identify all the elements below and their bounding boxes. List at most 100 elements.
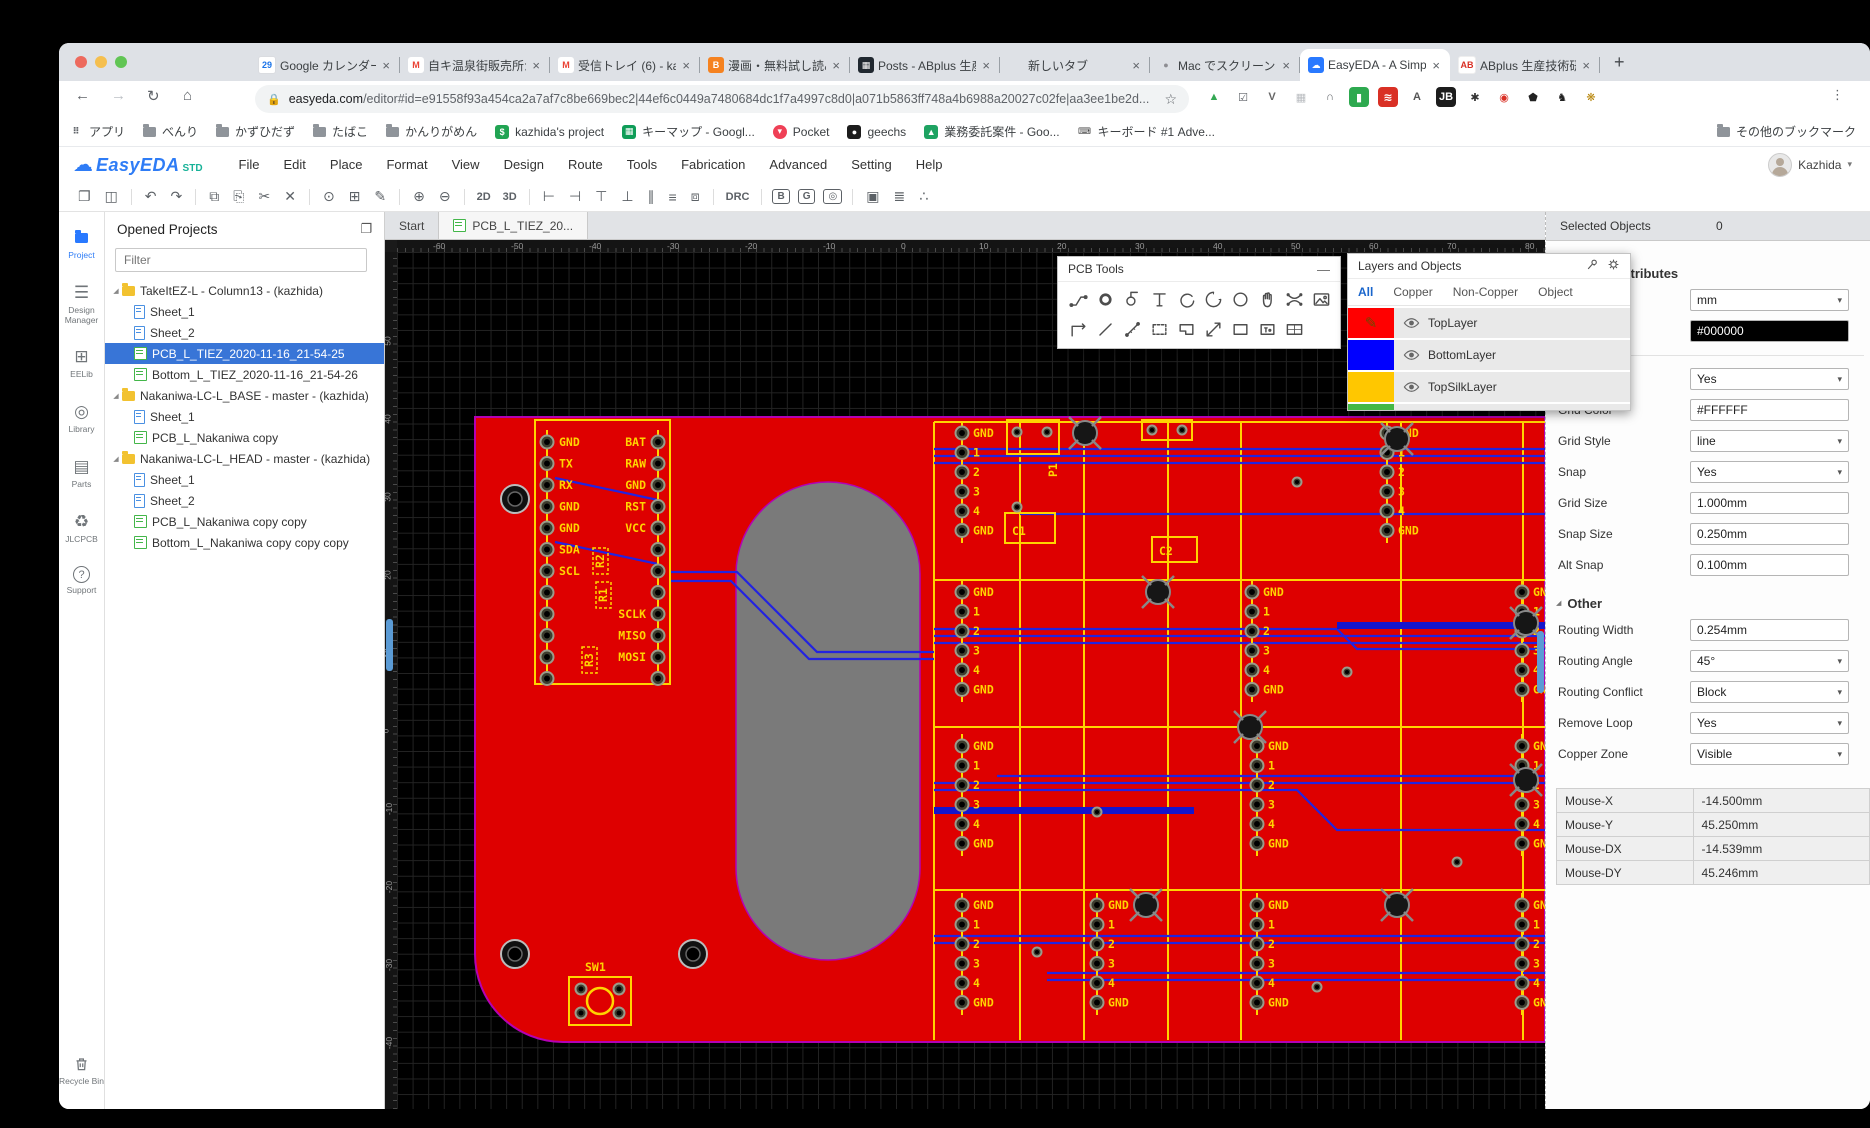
menu-place[interactable]: Place: [330, 157, 363, 172]
bookmark-item[interactable]: ▾Pocket: [773, 125, 830, 139]
layer-row[interactable]: ✎TopLayer: [1348, 308, 1630, 338]
share-icon[interactable]: ∴: [919, 188, 928, 205]
view-2d-button[interactable]: 2D: [477, 191, 491, 203]
delete-icon[interactable]: ✕: [284, 188, 296, 205]
maximize-window-button[interactable]: [115, 56, 127, 68]
layer-manager-icon[interactable]: ≣: [893, 188, 905, 205]
layer-row[interactable]: BottomLayer: [1348, 340, 1630, 370]
bookmark-item[interactable]: かずひだず: [216, 123, 295, 140]
drc-button[interactable]: DRC: [726, 191, 750, 203]
circle-tool-icon[interactable]: [1228, 287, 1252, 311]
bookmark-item[interactable]: ▲業務委託案件 - Goo...: [924, 123, 1059, 140]
arc-extension-icon[interactable]: ∩: [1320, 87, 1340, 107]
distribute-h-icon[interactable]: ∥: [648, 188, 655, 205]
home-icon[interactable]: ⌂: [183, 87, 192, 104]
layer-color-swatch[interactable]: [1348, 340, 1394, 370]
layers-tab-all[interactable]: All: [1348, 285, 1383, 299]
bag-extension-icon[interactable]: ▮: [1349, 87, 1369, 107]
menu-file[interactable]: File: [239, 157, 260, 172]
copy-icon[interactable]: ⧉: [209, 188, 219, 205]
layers-tab-copper[interactable]: Copper: [1383, 285, 1442, 299]
menu-edit[interactable]: Edit: [284, 157, 306, 172]
browser-tab[interactable]: B漫画・無料試し読みな×: [700, 49, 850, 81]
tree-expander-icon[interactable]: ◢: [111, 455, 121, 463]
close-tab-icon[interactable]: ×: [1430, 58, 1442, 73]
filter-input[interactable]: [115, 248, 367, 272]
browser-tab[interactable]: 29Google カレンダー - ...×: [250, 49, 400, 81]
attribute-input[interactable]: 0.100mm: [1690, 554, 1849, 576]
sidebar-item-project[interactable]: Project: [59, 228, 105, 261]
align-left-icon[interactable]: ⊢: [543, 188, 555, 205]
view-3d-button[interactable]: 3D: [503, 191, 517, 203]
close-tab-icon[interactable]: ×: [830, 58, 842, 73]
align-bottom-icon[interactable]: ⊥: [621, 188, 633, 205]
drive-extension-icon[interactable]: ▲: [1204, 87, 1224, 107]
menu-design[interactable]: Design: [504, 157, 544, 172]
sidebar-item-parts[interactable]: ▤Parts: [59, 457, 105, 490]
zoom-icon[interactable]: ⊙: [323, 188, 335, 205]
menu-tools[interactable]: Tools: [627, 157, 657, 172]
group-icon[interactable]: ⧈: [691, 188, 700, 205]
back-icon[interactable]: ←: [75, 87, 90, 104]
open-project-icon[interactable]: ❐: [78, 188, 91, 205]
eye-icon[interactable]: [1394, 317, 1428, 329]
browser-tab[interactable]: ABABplus 生産技術研究×: [1450, 49, 1600, 81]
align-right-icon[interactable]: ⊣: [569, 188, 581, 205]
grid-extension-icon[interactable]: ▦: [1291, 87, 1311, 107]
easyeda-logo[interactable]: ☁ EasyEDA STD: [73, 152, 203, 177]
track-tool-icon[interactable]: [1066, 287, 1090, 311]
attribute-input[interactable]: 0.250mm: [1690, 523, 1849, 545]
menu-view[interactable]: View: [452, 157, 480, 172]
bookmark-item[interactable]: ●geechs: [847, 125, 906, 139]
close-tab-icon[interactable]: ×: [980, 58, 992, 73]
tree-item[interactable]: Sheet_2: [105, 490, 384, 511]
tree-item[interactable]: ◢TakeItEZ-L - Column13 - (kazhida): [105, 280, 384, 301]
a-extension-icon[interactable]: A: [1407, 87, 1427, 107]
minimize-panel-icon[interactable]: —: [1317, 262, 1330, 277]
browser-tab[interactable]: M受信トレイ (6) - kazh×: [550, 49, 700, 81]
tree-item[interactable]: Bottom_L_Nakaniwa copy copy copy: [105, 532, 384, 553]
fabrication-output-icon[interactable]: ◎: [823, 189, 842, 204]
sidebar-item-eelib[interactable]: ⊞EELib: [59, 347, 105, 380]
new-tab-button[interactable]: +: [1614, 52, 1625, 73]
redo-icon[interactable]: ↷: [171, 188, 183, 205]
sidebar-item-jlcpcb[interactable]: ♻JLCPCB: [59, 512, 105, 545]
browser-tab[interactable]: 新しいタブ×: [1000, 49, 1150, 81]
sidebar-item-design-manager[interactable]: ☰Design Manager: [59, 283, 105, 326]
bookmark-item[interactable]: べんり: [143, 123, 198, 140]
align-top-icon[interactable]: ⊤: [595, 188, 607, 205]
eye-icon[interactable]: [1394, 381, 1428, 393]
close-tab-icon[interactable]: ×: [1580, 58, 1592, 73]
attribute-input[interactable]: #000000: [1690, 320, 1849, 342]
menu-route[interactable]: Route: [568, 157, 603, 172]
menu-fabrication[interactable]: Fabrication: [681, 157, 745, 172]
eye-icon[interactable]: [1394, 349, 1428, 361]
cut-icon[interactable]: ✂: [258, 188, 270, 205]
bookmark-item[interactable]: $kazhida's project: [495, 125, 604, 139]
attribute-select[interactable]: Block▾: [1690, 681, 1849, 703]
bookmark-item[interactable]: ⠿アプリ: [69, 123, 125, 140]
menu-setting[interactable]: Setting: [851, 157, 891, 172]
close-tab-icon[interactable]: ×: [680, 58, 692, 73]
attribute-input[interactable]: #FFFFFF: [1690, 399, 1849, 421]
measure-tool-icon[interactable]: [1120, 317, 1144, 341]
annotation-icon[interactable]: ✎: [374, 188, 386, 205]
bookmark-star-icon[interactable]: ☆: [1164, 91, 1177, 108]
close-tab-icon[interactable]: ×: [1280, 58, 1292, 73]
other-bookmarks[interactable]: その他のブックマーク: [1717, 123, 1856, 140]
address-bar[interactable]: 🔒 easyeda.com/editor#id=e91558f93a454ca2…: [255, 85, 1189, 113]
tasks-extension-icon[interactable]: ☑: [1233, 87, 1253, 107]
sidebar-item-recycle-bin[interactable]: Recycle Bin: [59, 1054, 105, 1087]
paw-extension-icon[interactable]: ♞: [1552, 87, 1572, 107]
bookmark-item[interactable]: かんりがめん: [386, 123, 477, 140]
bookmark-item[interactable]: ⌨キーボード #1 Adve...: [1078, 123, 1215, 140]
close-tab-icon[interactable]: ×: [530, 58, 542, 73]
tree-item[interactable]: PCB_L_TIEZ_2020-11-16_21-54-25: [105, 343, 384, 364]
via-tool-icon[interactable]: [1120, 287, 1144, 311]
dashed-rect-tool-icon[interactable]: [1147, 317, 1171, 341]
attribute-select[interactable]: Yes▾: [1690, 368, 1849, 390]
attribute-input[interactable]: 0.254mm: [1690, 619, 1849, 641]
arc-center-tool-icon[interactable]: [1201, 287, 1225, 311]
attribute-input[interactable]: 1.000mm: [1690, 492, 1849, 514]
attribute-select[interactable]: Yes▾: [1690, 461, 1849, 483]
